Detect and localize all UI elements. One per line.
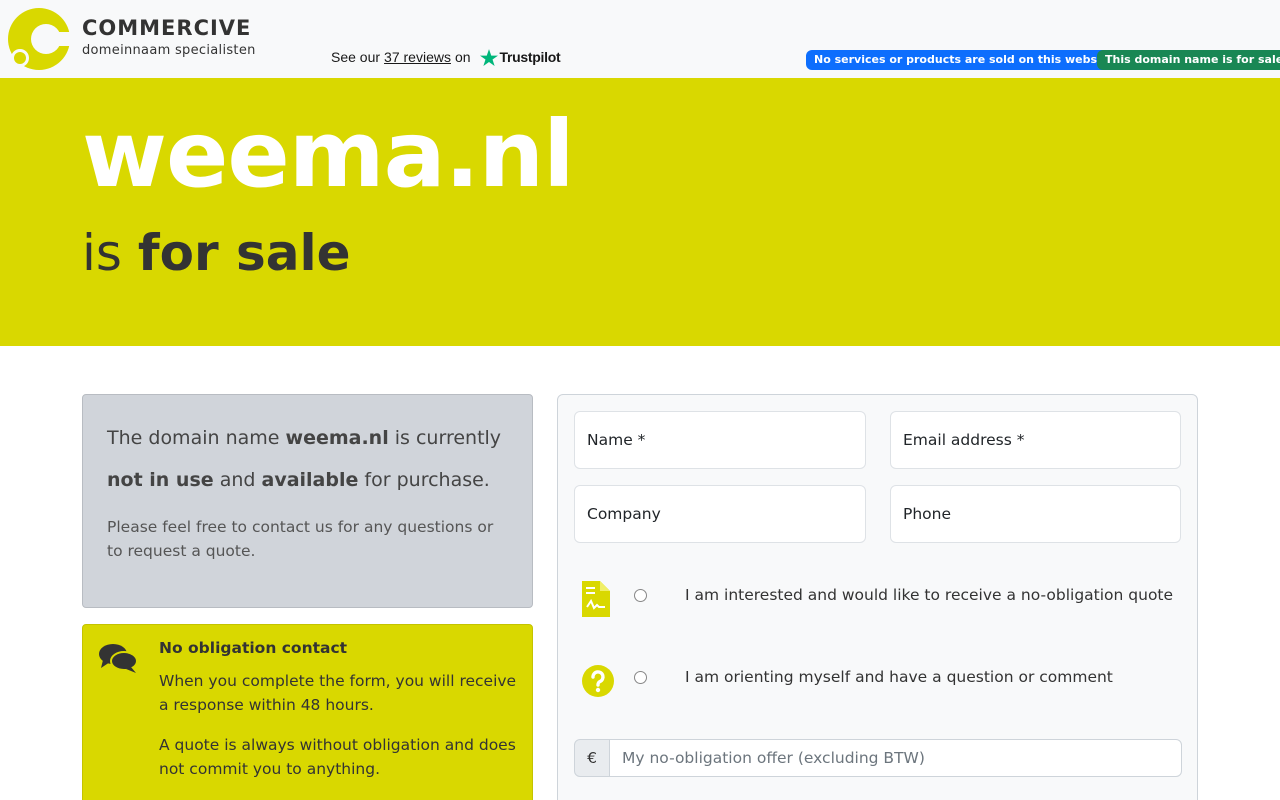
quote-radio[interactable] <box>634 589 647 602</box>
info-contact-text: Please feel free to contact us for any q… <box>107 518 494 560</box>
info-lead-4: for purchase. <box>364 469 490 491</box>
trustpilot-widget[interactable]: See our 37 reviews on Trustpilot <box>331 48 561 66</box>
hero-domain: weema.nl <box>82 101 575 208</box>
commercive-logo-icon[interactable] <box>8 8 70 70</box>
question-radio[interactable] <box>634 671 647 684</box>
trustpilot-reviews-link[interactable]: 37 reviews <box>384 49 451 65</box>
for-sale-badge: This domain name is for sale <box>1097 50 1280 70</box>
info-lead-3: and <box>219 469 256 491</box>
brand-tagline: domeinnaam specialisten <box>82 43 256 58</box>
domain-status-text: The domain name weema.nl is currently no… <box>107 417 508 501</box>
domain-info-card: The domain name weema.nl is currently no… <box>82 394 533 608</box>
no-services-badge: No services or products are sold on this… <box>806 50 1126 70</box>
hero-sub-bold: for sale <box>137 224 351 282</box>
info-lead-2: is currently <box>394 427 502 449</box>
hero-banner: weema.nl is for sale <box>0 78 1280 346</box>
email-input[interactable] <box>890 411 1181 469</box>
top-bar: COMMERCIVE domeinnaam specialisten See o… <box>0 0 1280 78</box>
question-circle-icon <box>582 665 614 697</box>
trustpilot-star-icon <box>479 49 498 66</box>
quote-option-label[interactable]: I am interested and would like to receiv… <box>685 586 1173 604</box>
trustpilot-logo[interactable]: Trustpilot <box>479 48 561 66</box>
phone-input[interactable] <box>890 485 1181 543</box>
question-option-label[interactable]: I am orienting myself and have a questio… <box>685 668 1113 686</box>
brand-name: COMMERCIVE <box>82 16 252 40</box>
info-available: available <box>261 469 359 491</box>
document-icon <box>582 581 610 617</box>
info-domain: weema.nl <box>285 427 389 449</box>
hero-sub-prefix: is <box>82 224 122 282</box>
currency-addon: € <box>574 739 610 777</box>
name-input[interactable] <box>574 411 866 469</box>
trustpilot-prefix: See our <box>331 49 381 65</box>
chat-bubbles-icon <box>99 644 137 673</box>
company-input[interactable] <box>574 485 866 543</box>
no-obligation-card: No obligation contact When you complete … <box>82 624 533 800</box>
offer-input[interactable] <box>609 739 1182 777</box>
trustpilot-brand: Trustpilot <box>499 49 561 65</box>
contact-obligation-text: A quote is always without obligation and… <box>159 736 516 778</box>
contact-form: I am interested and would like to receiv… <box>557 394 1198 800</box>
info-lead-1: The domain name <box>107 427 280 449</box>
info-not-in-use: not in use <box>107 469 214 491</box>
hero-subtitle: is for sale <box>82 223 351 283</box>
trustpilot-suffix: on <box>454 49 471 65</box>
contact-title: No obligation contact <box>159 639 348 657</box>
contact-response-text: When you complete the form, you will rec… <box>159 672 517 714</box>
